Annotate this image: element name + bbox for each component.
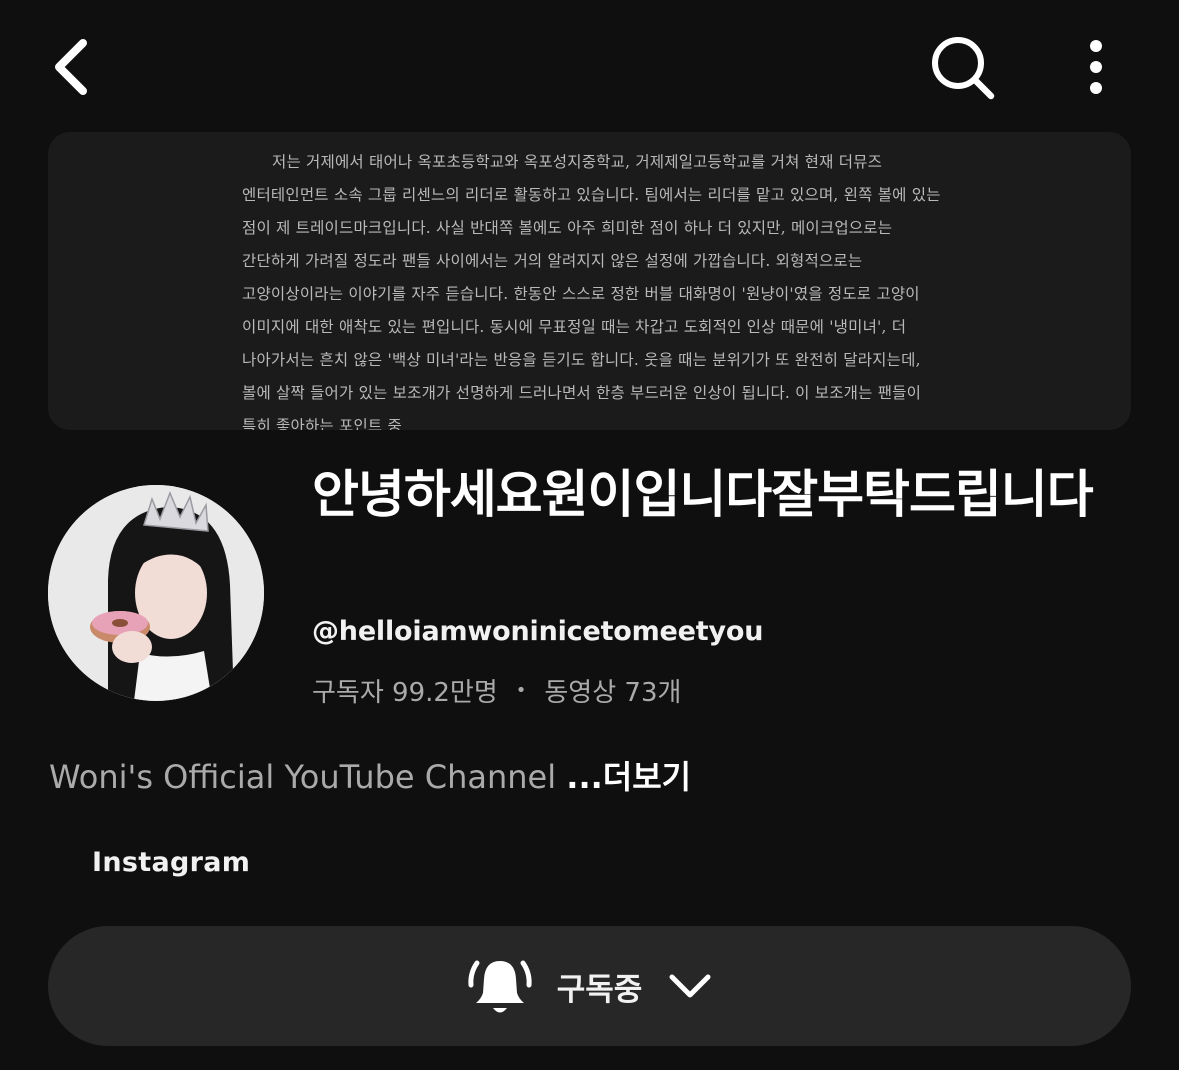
instagram-link[interactable]: Instagram (92, 847, 250, 878)
channel-description[interactable]: Woni's Official YouTube Channel ...더보기 (49, 752, 691, 798)
avatar[interactable] (48, 485, 264, 701)
channel-name: 안녕하세요원이입니다잘부탁드립니다 (312, 466, 1094, 525)
subscriber-count: 구독자 99.2만명 (312, 678, 498, 708)
chevron-down-icon (669, 974, 711, 998)
description-text: Woni's Official YouTube Channel (49, 758, 557, 796)
chevron-left-icon (55, 39, 87, 95)
channel-stats: 구독자 99.2만명 • 동영상 73개 (312, 672, 681, 709)
avatar-image (48, 485, 264, 701)
channel-page: 저는 거제에서 태어나 옥포초등학교와 옥포성지중학교, 거제제일고등학교를 거… (0, 0, 1179, 1070)
more-vertical-icon (1090, 40, 1102, 94)
top-bar (0, 0, 1179, 130)
video-count: 동영상 73개 (544, 678, 682, 708)
bell-ringing-icon (468, 960, 532, 1013)
more-link[interactable]: ...더보기 (566, 758, 691, 796)
search-icon (932, 37, 995, 100)
search-button[interactable] (922, 28, 1004, 108)
more-options-button[interactable] (1066, 30, 1126, 104)
channel-banner: 저는 거제에서 태어나 옥포초등학교와 옥포성지중학교, 거제제일고등학교를 거… (48, 132, 1131, 430)
subscribed-label: 구독중 (556, 971, 643, 1008)
subscribed-button[interactable]: 구독중 (48, 926, 1131, 1046)
back-button[interactable] (36, 30, 106, 104)
channel-handle: @helloiamwoninicetomeetyou (312, 616, 764, 647)
stats-separator: • (515, 680, 527, 701)
banner-text: 저는 거제에서 태어나 옥포초등학교와 옥포성지중학교, 거제제일고등학교를 거… (242, 153, 941, 430)
